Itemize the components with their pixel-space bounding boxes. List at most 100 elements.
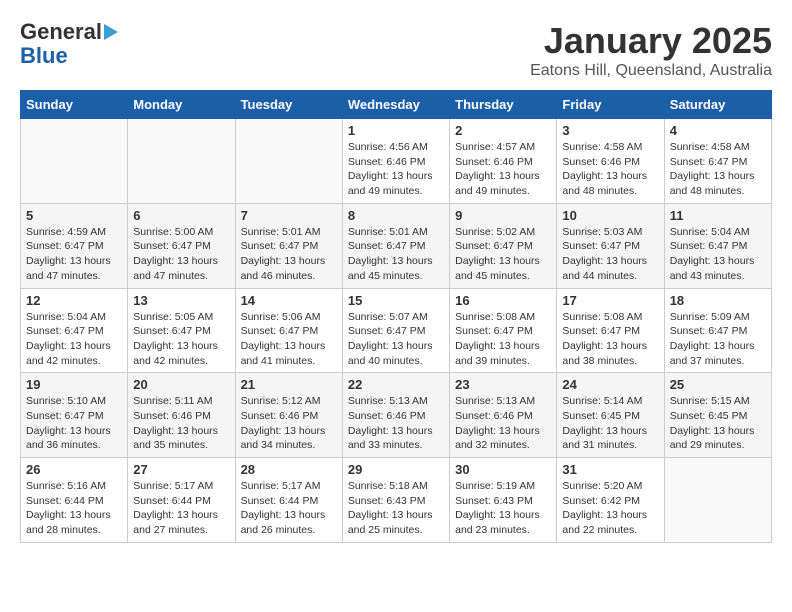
- title-area: January 2025 Eatons Hill, Queensland, Au…: [530, 20, 772, 80]
- calendar-cell: 7 Sunrise: 5:01 AMSunset: 6:47 PMDaylight…: [235, 203, 342, 288]
- logo-text-general: General: [20, 20, 102, 44]
- calendar-cell: 2 Sunrise: 4:57 AMSunset: 6:46 PMDaylight…: [450, 119, 557, 204]
- day-number: 23: [455, 377, 551, 392]
- calendar-cell: 28Sunrise: 5:17 AMSunset: 6:44 PMDayligh…: [235, 458, 342, 543]
- calendar-cell: 6 Sunrise: 5:00 AMSunset: 6:47 PMDaylight…: [128, 203, 235, 288]
- logo-text-blue: Blue: [20, 44, 68, 68]
- day-number: 1: [348, 123, 444, 138]
- day-info: Sunrise: 4:57 AMSunset: 6:46 PMDaylight:…: [455, 140, 551, 199]
- calendar-cell: 26Sunrise: 5:16 AMSunset: 6:44 PMDayligh…: [21, 458, 128, 543]
- day-number: 19: [26, 377, 122, 392]
- calendar-cell: 16 Sunrise: 5:08 AMSunset: 6:47 PMDayligh…: [450, 288, 557, 373]
- day-number: 7: [241, 208, 337, 223]
- calendar-cell: 22Sunrise: 5:13 AMSunset: 6:46 PMDayligh…: [342, 373, 449, 458]
- calendar-cell: 29Sunrise: 5:18 AMSunset: 6:43 PMDayligh…: [342, 458, 449, 543]
- day-info: Sunrise: 5:16 AMSunset: 6:44 PMDaylight:…: [26, 479, 122, 538]
- calendar-cell: 17 Sunrise: 5:08 AMSunset: 6:47 PMDayligh…: [557, 288, 664, 373]
- day-info: Sunrise: 5:07 AMSunset: 6:47 PMDaylight:…: [348, 310, 444, 369]
- day-number: 31: [562, 462, 658, 477]
- day-info: Sunrise: 5:15 AMSunset: 6:45 PMDaylight:…: [670, 394, 766, 453]
- calendar-cell: 25 Sunrise: 5:15 AMSunset: 6:45 PMDayligh…: [664, 373, 771, 458]
- calendar-table: SundayMondayTuesdayWednesdayThursdayFrid…: [20, 90, 772, 543]
- calendar-cell: 10 Sunrise: 5:03 AMSunset: 6:47 PMDayligh…: [557, 203, 664, 288]
- day-info: Sunrise: 5:00 AMSunset: 6:47 PMDaylight:…: [133, 225, 229, 284]
- header-sunday: Sunday: [21, 91, 128, 119]
- day-info: Sunrise: 5:18 AMSunset: 6:43 PMDaylight:…: [348, 479, 444, 538]
- calendar-cell: 19 Sunrise: 5:10 AMSunset: 6:47 PMDayligh…: [21, 373, 128, 458]
- day-number: 25: [670, 377, 766, 392]
- calendar-cell: [664, 458, 771, 543]
- calendar-cell: 23 Sunrise: 5:13 AMSunset: 6:46 PMDayligh…: [450, 373, 557, 458]
- day-number: 4: [670, 123, 766, 138]
- calendar-cell: 18Sunrise: 5:09 AMSunset: 6:47 PMDayligh…: [664, 288, 771, 373]
- day-info: Sunrise: 5:01 AMSunset: 6:47 PMDaylight:…: [348, 225, 444, 284]
- logo-arrow-icon: [104, 24, 118, 40]
- calendar-cell: 27 Sunrise: 5:17 AMSunset: 6:44 PMDayligh…: [128, 458, 235, 543]
- day-info: Sunrise: 5:04 AMSunset: 6:47 PMDaylight:…: [670, 225, 766, 284]
- day-number: 14: [241, 293, 337, 308]
- day-number: 12: [26, 293, 122, 308]
- calendar-cell: [128, 119, 235, 204]
- day-number: 13: [133, 293, 229, 308]
- day-info: Sunrise: 5:13 AMSunset: 6:46 PMDaylight:…: [348, 394, 444, 453]
- calendar-cell: 14 Sunrise: 5:06 AMSunset: 6:47 PMDayligh…: [235, 288, 342, 373]
- header-tuesday: Tuesday: [235, 91, 342, 119]
- day-info: Sunrise: 5:04 AMSunset: 6:47 PMDaylight:…: [26, 310, 122, 369]
- calendar-cell: [21, 119, 128, 204]
- day-info: Sunrise: 5:03 AMSunset: 6:47 PMDaylight:…: [562, 225, 658, 284]
- day-info: Sunrise: 5:14 AMSunset: 6:45 PMDaylight:…: [562, 394, 658, 453]
- day-number: 16: [455, 293, 551, 308]
- day-number: 8: [348, 208, 444, 223]
- page-header: General Blue January 2025 Eatons Hill, Q…: [20, 20, 772, 80]
- calendar-cell: 5 Sunrise: 4:59 AMSunset: 6:47 PMDaylight…: [21, 203, 128, 288]
- day-number: 10: [562, 208, 658, 223]
- day-info: Sunrise: 5:11 AMSunset: 6:46 PMDaylight:…: [133, 394, 229, 453]
- calendar-header-row: SundayMondayTuesdayWednesdayThursdayFrid…: [21, 91, 772, 119]
- header-saturday: Saturday: [664, 91, 771, 119]
- calendar-subtitle: Eatons Hill, Queensland, Australia: [530, 62, 772, 80]
- day-info: Sunrise: 5:13 AMSunset: 6:46 PMDaylight:…: [455, 394, 551, 453]
- day-number: 5: [26, 208, 122, 223]
- calendar-cell: 13 Sunrise: 5:05 AMSunset: 6:47 PMDayligh…: [128, 288, 235, 373]
- day-number: 21: [241, 377, 337, 392]
- day-number: 6: [133, 208, 229, 223]
- day-info: Sunrise: 5:02 AMSunset: 6:47 PMDaylight:…: [455, 225, 551, 284]
- day-info: Sunrise: 4:59 AMSunset: 6:47 PMDaylight:…: [26, 225, 122, 284]
- calendar-title: January 2025: [530, 20, 772, 62]
- calendar-week-2: 5 Sunrise: 4:59 AMSunset: 6:47 PMDaylight…: [21, 203, 772, 288]
- day-info: Sunrise: 5:01 AMSunset: 6:47 PMDaylight:…: [241, 225, 337, 284]
- day-info: Sunrise: 5:10 AMSunset: 6:47 PMDaylight:…: [26, 394, 122, 453]
- calendar-cell: 11 Sunrise: 5:04 AMSunset: 6:47 PMDayligh…: [664, 203, 771, 288]
- header-wednesday: Wednesday: [342, 91, 449, 119]
- day-number: 30: [455, 462, 551, 477]
- day-number: 18: [670, 293, 766, 308]
- calendar-cell: 21Sunrise: 5:12 AMSunset: 6:46 PMDayligh…: [235, 373, 342, 458]
- calendar-cell: 24 Sunrise: 5:14 AMSunset: 6:45 PMDayligh…: [557, 373, 664, 458]
- calendar-cell: 3Sunrise: 4:58 AMSunset: 6:46 PMDaylight…: [557, 119, 664, 204]
- day-number: 9: [455, 208, 551, 223]
- day-info: Sunrise: 5:05 AMSunset: 6:47 PMDaylight:…: [133, 310, 229, 369]
- calendar-week-4: 19 Sunrise: 5:10 AMSunset: 6:47 PMDayligh…: [21, 373, 772, 458]
- calendar-week-1: 1 Sunrise: 4:56 AMSunset: 6:46 PMDaylight…: [21, 119, 772, 204]
- day-number: 2: [455, 123, 551, 138]
- header-monday: Monday: [128, 91, 235, 119]
- calendar-cell: [235, 119, 342, 204]
- calendar-cell: 30Sunrise: 5:19 AMSunset: 6:43 PMDayligh…: [450, 458, 557, 543]
- day-info: Sunrise: 5:08 AMSunset: 6:47 PMDaylight:…: [562, 310, 658, 369]
- calendar-cell: 9 Sunrise: 5:02 AMSunset: 6:47 PMDaylight…: [450, 203, 557, 288]
- logo: General Blue: [20, 20, 118, 68]
- day-info: Sunrise: 5:20 AMSunset: 6:42 PMDaylight:…: [562, 479, 658, 538]
- calendar-cell: 12 Sunrise: 5:04 AMSunset: 6:47 PMDayligh…: [21, 288, 128, 373]
- header-friday: Friday: [557, 91, 664, 119]
- day-info: Sunrise: 5:08 AMSunset: 6:47 PMDaylight:…: [455, 310, 551, 369]
- day-info: Sunrise: 5:06 AMSunset: 6:47 PMDaylight:…: [241, 310, 337, 369]
- day-number: 17: [562, 293, 658, 308]
- day-info: Sunrise: 5:17 AMSunset: 6:44 PMDaylight:…: [133, 479, 229, 538]
- calendar-cell: 1 Sunrise: 4:56 AMSunset: 6:46 PMDaylight…: [342, 119, 449, 204]
- calendar-cell: 20 Sunrise: 5:11 AMSunset: 6:46 PMDayligh…: [128, 373, 235, 458]
- day-number: 27: [133, 462, 229, 477]
- day-number: 24: [562, 377, 658, 392]
- day-number: 20: [133, 377, 229, 392]
- day-number: 11: [670, 208, 766, 223]
- day-info: Sunrise: 4:56 AMSunset: 6:46 PMDaylight:…: [348, 140, 444, 199]
